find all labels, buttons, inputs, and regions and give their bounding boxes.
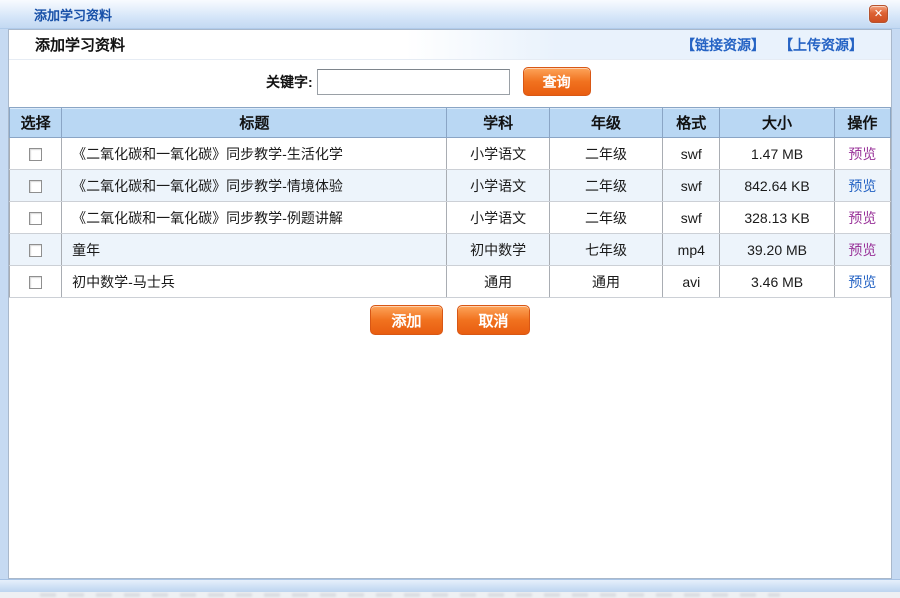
row-subject: 小学语文 [447,170,549,202]
action-cell: 预览 [834,234,890,266]
row-checkbox[interactable] [29,180,42,193]
row-checkbox[interactable] [29,212,42,225]
preview-link[interactable]: 预览 [848,146,876,162]
row-title: 童年 [62,234,447,266]
row-subject: 通用 [447,266,549,298]
row-format: swf [663,138,720,170]
action-cell: 预览 [834,170,890,202]
row-subject: 初中数学 [447,234,549,266]
row-grade: 通用 [549,266,662,298]
row-size: 39.20 MB [720,234,834,266]
row-format: swf [663,202,720,234]
keyword-label: 关键字: [266,72,313,92]
row-checkbox[interactable] [29,148,42,161]
row-subject: 小学语文 [447,138,549,170]
row-grade: 二年级 [549,138,662,170]
select-cell [10,138,62,170]
preview-link[interactable]: 预览 [848,274,876,290]
action-cell: 预览 [834,202,890,234]
col-header-title: 标题 [62,108,447,138]
row-format: swf [663,170,720,202]
cancel-button[interactable]: 取消 [457,305,530,335]
action-cell: 预览 [834,138,890,170]
row-format: avi [663,266,720,298]
row-subject: 小学语文 [447,202,549,234]
row-title: 初中数学-马士兵 [62,266,447,298]
row-size: 3.46 MB [720,266,834,298]
row-size: 842.64 KB [720,170,834,202]
title-bar: 添加学习资料 ✕ [0,0,900,29]
col-header-size: 大小 [720,108,834,138]
row-grade: 二年级 [549,202,662,234]
row-title: 《二氧化碳和一氧化碳》同步教学-情境体验 [62,170,447,202]
col-header-select: 选择 [10,108,62,138]
table-header-row: 选择 标题 学科 年级 格式 大小 操作 [10,108,891,138]
close-icon[interactable]: ✕ [869,5,888,23]
preview-link[interactable]: 预览 [848,178,876,194]
col-header-format: 格式 [663,108,720,138]
panel-header: 添加学习资料 【链接资源】 【上传资源】 [9,30,891,60]
background-blurred-text [40,593,780,597]
col-header-action: 操作 [834,108,890,138]
dialog-window: 添加学习资料 ✕ 添加学习资料 【链接资源】 【上传资源】 关键字: 查询 选 [0,0,900,598]
keyword-input[interactable] [317,69,510,95]
table-row: 《二氧化碳和一氧化碳》同步教学-例题讲解小学语文二年级swf328.13 KB 预… [10,202,891,234]
dialog-bottom-frame [0,579,900,592]
select-cell [10,234,62,266]
page-title: 添加学习资料 [35,34,125,55]
table-row: 童年初中数学七年级mp439.20 MB 预览 [10,234,891,266]
select-cell [10,266,62,298]
table-row: 《二氧化碳和一氧化碳》同步教学-情境体验小学语文二年级swf842.64 KB 预… [10,170,891,202]
table-row: 《二氧化碳和一氧化碳》同步教学-生活化学小学语文二年级swf1.47 MB 预览 [10,138,891,170]
table-row: 初中数学-马士兵通用通用avi3.46 MB预览 [10,266,891,298]
row-grade: 二年级 [549,170,662,202]
add-button[interactable]: 添加 [370,305,443,335]
preview-link[interactable]: 预览 [848,242,876,258]
search-button[interactable]: 查询 [523,67,591,96]
action-cell: 预览 [834,266,890,298]
footer-buttons: 添加 取消 [9,305,891,335]
dialog-body: 添加学习资料 【链接资源】 【上传资源】 关键字: 查询 选择 标题 学科 [8,29,892,579]
header-links: 【链接资源】 【上传资源】 [681,35,863,55]
background-page-edge [0,592,900,598]
materials-table: 选择 标题 学科 年级 格式 大小 操作 《二氧化碳和一氧化碳》同步教学-生活化… [9,107,891,298]
col-header-grade: 年级 [549,108,662,138]
row-checkbox[interactable] [29,276,42,289]
link-resource-link[interactable]: 【链接资源】 [681,35,765,55]
select-cell [10,202,62,234]
select-cell [10,170,62,202]
row-checkbox[interactable] [29,244,42,257]
table-body: 《二氧化碳和一氧化碳》同步教学-生活化学小学语文二年级swf1.47 MB预览《… [10,138,891,298]
preview-link[interactable]: 预览 [848,210,876,226]
row-format: mp4 [663,234,720,266]
col-header-subject: 学科 [447,108,549,138]
row-size: 1.47 MB [720,138,834,170]
row-title: 《二氧化碳和一氧化碳》同步教学-例题讲解 [62,202,447,234]
search-row: 关键字: 查询 [9,60,891,105]
upload-resource-link[interactable]: 【上传资源】 [779,35,863,55]
row-title: 《二氧化碳和一氧化碳》同步教学-生活化学 [62,138,447,170]
window-title: 添加学习资料 [34,5,112,24]
row-grade: 七年级 [549,234,662,266]
row-size: 328.13 KB [720,202,834,234]
